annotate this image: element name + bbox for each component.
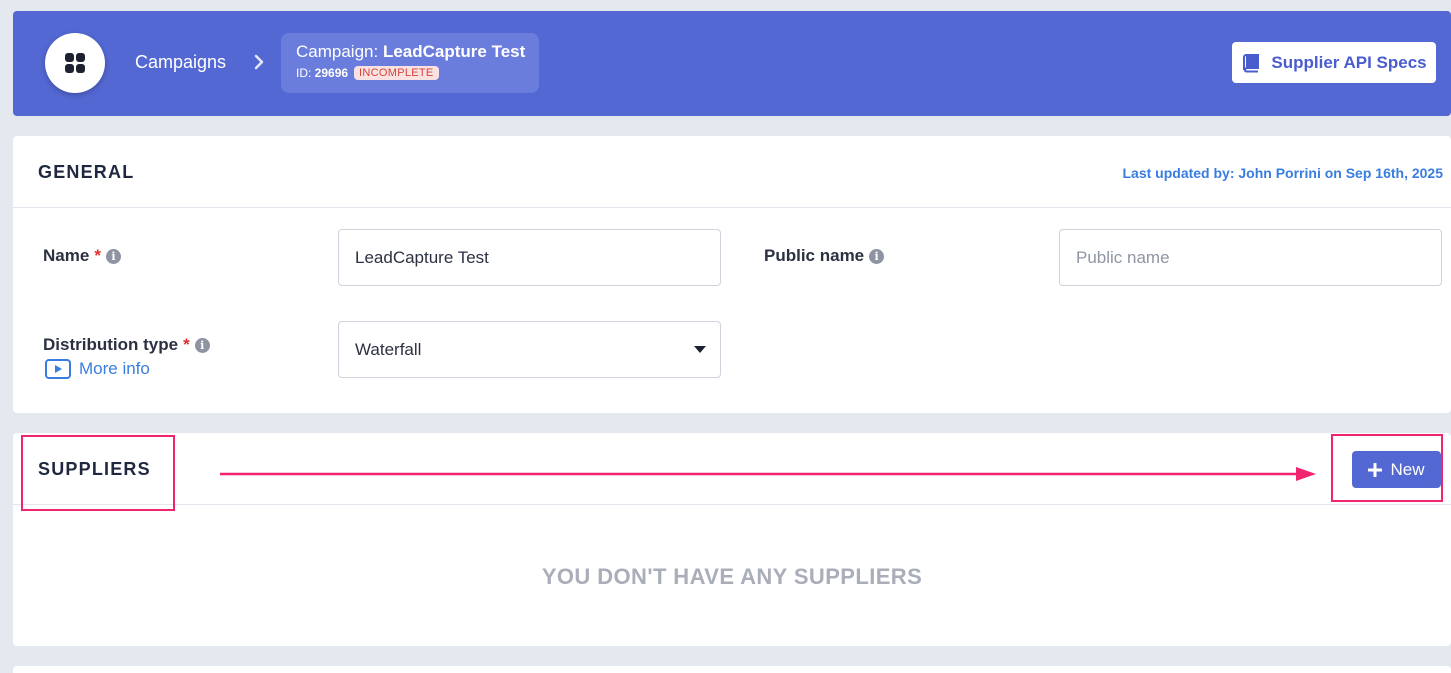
top-header: Campaigns Campaign: LeadCapture Test ID:… — [13, 11, 1451, 116]
chevron-right-icon — [254, 54, 264, 70]
next-section — [13, 666, 1451, 673]
annotation-highlight-suppliers — [21, 435, 175, 511]
breadcrumb-campaigns[interactable]: Campaigns — [135, 52, 226, 73]
distribution-type-select[interactable]: Waterfall — [338, 321, 721, 378]
general-section: GENERAL Last updated by: John Porrini on… — [13, 136, 1451, 413]
info-icon[interactable]: i — [869, 248, 885, 264]
more-info-link[interactable]: More info — [45, 359, 150, 379]
distribution-type-label-text: Distribution type — [43, 335, 179, 354]
distribution-type-label: Distribution type * i — [43, 335, 210, 355]
name-input[interactable]: LeadCapture Test — [338, 229, 721, 286]
required-mark: * — [183, 335, 190, 354]
campaign-prefix: Campaign: — [296, 42, 383, 61]
breadcrumb-current-campaign: Campaign: LeadCapture Test ID: 29696 INC… — [281, 33, 539, 93]
general-header: GENERAL Last updated by: John Porrini on… — [13, 136, 1451, 208]
info-icon[interactable]: i — [105, 248, 121, 264]
info-icon[interactable]: i — [194, 337, 210, 353]
general-title: GENERAL — [38, 162, 135, 182]
caret-down-icon — [694, 346, 706, 353]
campaign-id: 29696 — [314, 66, 349, 80]
annotation-arrow — [220, 467, 1316, 481]
last-updated-text: Last updated by: John Porrini on Sep 16t… — [1122, 165, 1443, 181]
name-label: Name * i — [43, 246, 121, 266]
required-mark: * — [94, 246, 101, 265]
supplier-api-specs-button[interactable]: Supplier API Specs — [1232, 42, 1436, 83]
annotation-highlight-new — [1331, 434, 1443, 502]
apps-menu-button[interactable] — [45, 33, 105, 93]
campaign-name: LeadCapture Test — [382, 42, 526, 61]
book-icon — [1243, 53, 1260, 72]
public-name-label-text: Public name — [764, 246, 865, 265]
campaign-id-prefix: ID: — [296, 66, 315, 80]
status-badge: INCOMPLETE — [354, 66, 439, 80]
apps-grid-icon — [65, 53, 85, 73]
more-info-label: More info — [79, 359, 150, 378]
supplier-api-specs-label: Supplier API Specs — [1271, 52, 1427, 72]
public-name-input[interactable]: Public name — [1059, 229, 1442, 286]
public-name-label: Public name i — [764, 246, 885, 266]
play-video-icon — [45, 359, 71, 379]
name-label-text: Name — [43, 246, 90, 265]
distribution-type-value: Waterfall — [355, 339, 422, 359]
empty-suppliers-message: YOU DON'T HAVE ANY SUPPLIERS — [541, 564, 923, 589]
